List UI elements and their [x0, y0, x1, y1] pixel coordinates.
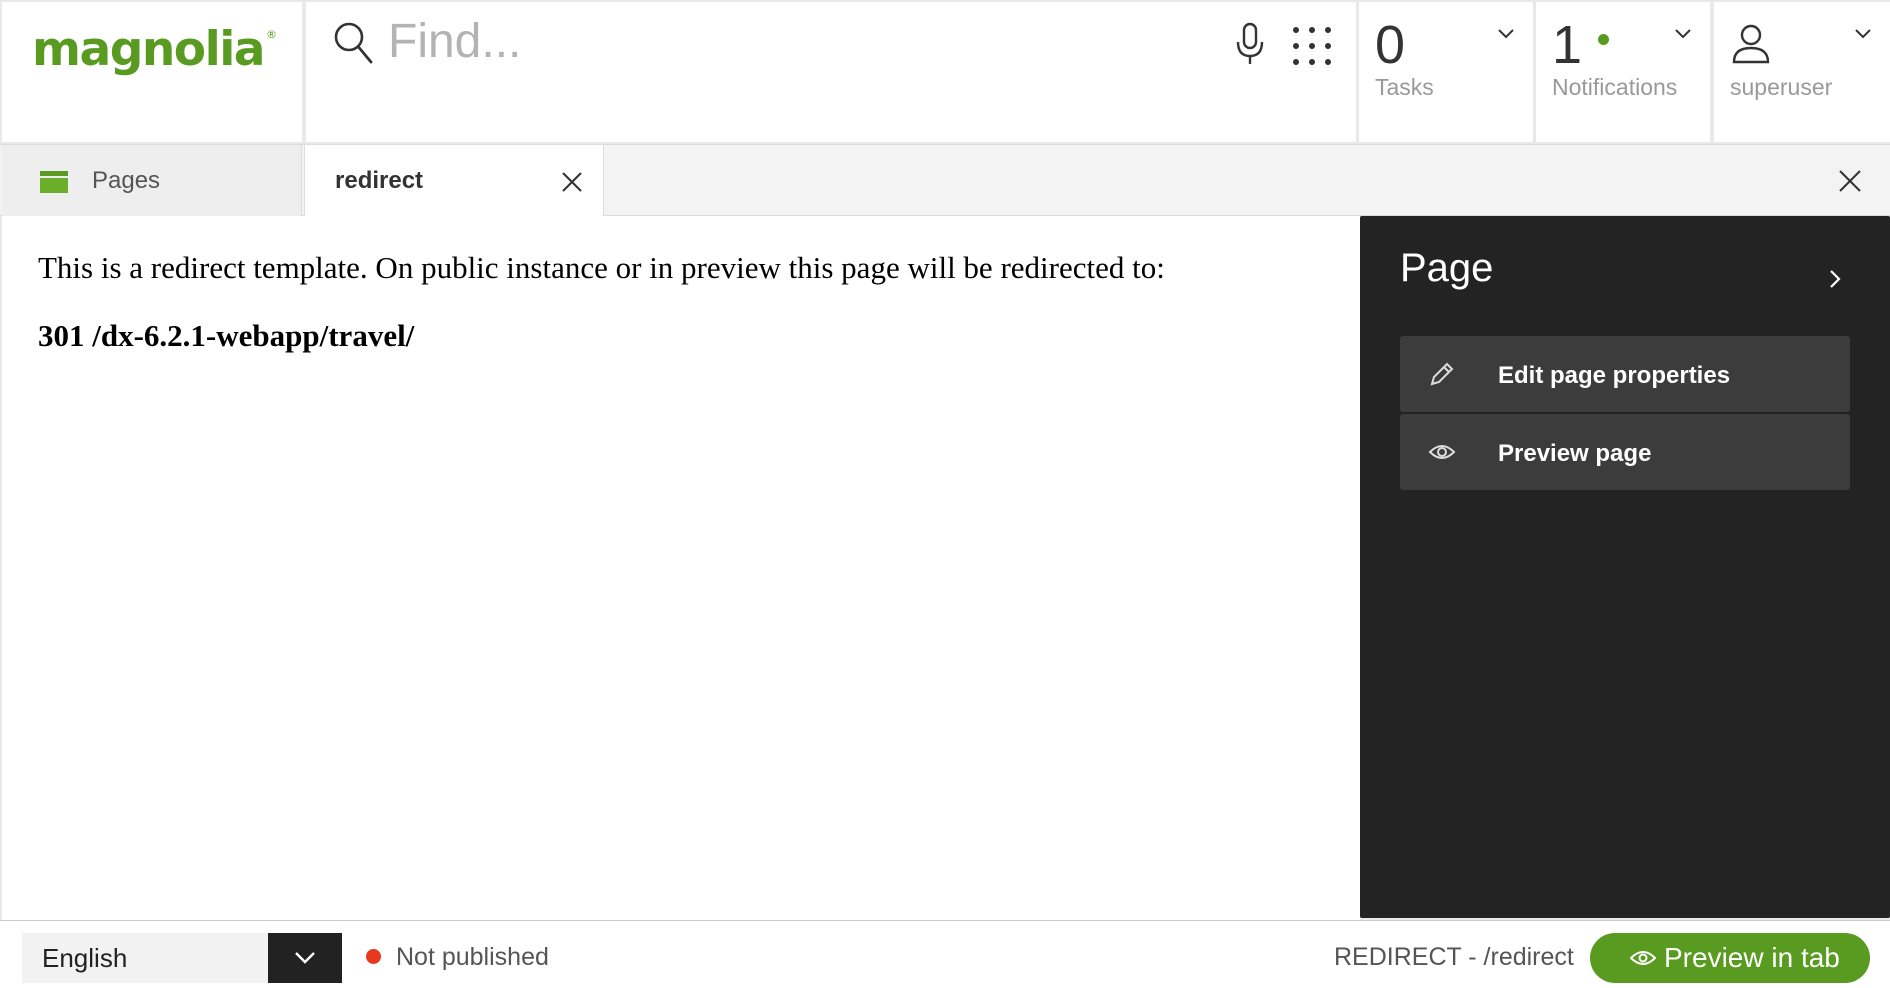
chevron-right-icon[interactable]: [1828, 268, 1842, 290]
pencil-icon: [1430, 362, 1454, 386]
tasks-count: 0: [1375, 15, 1406, 75]
page-preview: This is a redirect template. On public i…: [2, 216, 1360, 920]
language-select[interactable]: English: [22, 933, 342, 983]
user-menu[interactable]: superuser: [1714, 2, 1890, 142]
language-dropdown-button[interactable]: [268, 933, 342, 983]
chevron-down-icon[interactable]: [1497, 28, 1515, 40]
close-app-icon[interactable]: [1838, 169, 1862, 193]
search-bar: [306, 2, 1356, 142]
logo-box: magnolia ®: [2, 2, 302, 142]
user-label: superuser: [1730, 74, 1833, 100]
app-header: magnolia® 0 Tasks 1 Notifications: [0, 0, 1890, 144]
notifications-label: Notifications: [1552, 74, 1678, 100]
tasks-label: Tasks: [1375, 74, 1434, 100]
tasks-indicator[interactable]: 0 Tasks: [1359, 2, 1533, 142]
action-label: Edit page properties: [1498, 362, 1731, 389]
preview-page-button[interactable]: Preview page: [1400, 414, 1850, 490]
tab-pages[interactable]: Pages: [2, 145, 302, 217]
eye-icon: [1428, 445, 1456, 459]
chevron-down-icon: [295, 952, 315, 964]
magnolia-logo[interactable]: magnolia ®: [32, 22, 277, 77]
publish-status-dot: [366, 949, 381, 964]
tab-label: redirect: [335, 167, 424, 194]
tab-bar: Pages redirect: [0, 144, 1890, 218]
redirect-message: This is a redirect template. On public i…: [38, 250, 1165, 285]
close-icon[interactable]: [561, 171, 583, 193]
search-icon[interactable]: [332, 20, 374, 66]
chevron-down-icon[interactable]: [1674, 28, 1692, 40]
eye-icon: [1630, 951, 1656, 965]
publish-status: Not published: [396, 943, 549, 971]
preview-button-label: Preview in tab: [1664, 942, 1840, 973]
language-value: English: [22, 933, 268, 983]
pages-folder-icon: [40, 171, 68, 193]
status-bar: English Not published REDIRECT - /redire…: [0, 920, 1890, 988]
user-icon: [1732, 24, 1770, 64]
tab-label: Pages: [92, 167, 161, 194]
notifications-indicator[interactable]: 1 Notifications: [1536, 2, 1710, 142]
action-label: Preview page: [1498, 440, 1652, 467]
action-panel: Page Edit page properties Preview page: [1360, 216, 1890, 918]
edit-page-properties-button[interactable]: Edit page properties: [1400, 336, 1850, 412]
apps-grid-icon[interactable]: [1292, 26, 1332, 66]
redirect-target: 301 /dx-6.2.1-webapp/travel/: [38, 318, 415, 353]
panel-title: Page: [1400, 246, 1494, 290]
preview-in-tab-button[interactable]: Preview in tab: [1590, 933, 1870, 983]
unread-dot: [1598, 34, 1609, 45]
search-input[interactable]: [388, 10, 1188, 72]
mic-icon[interactable]: [1234, 22, 1266, 66]
chevron-down-icon[interactable]: [1854, 28, 1872, 40]
page-path: REDIRECT - /redirect: [1334, 943, 1574, 971]
notifications-count: 1: [1552, 15, 1583, 75]
tab-redirect[interactable]: redirect: [304, 145, 604, 218]
